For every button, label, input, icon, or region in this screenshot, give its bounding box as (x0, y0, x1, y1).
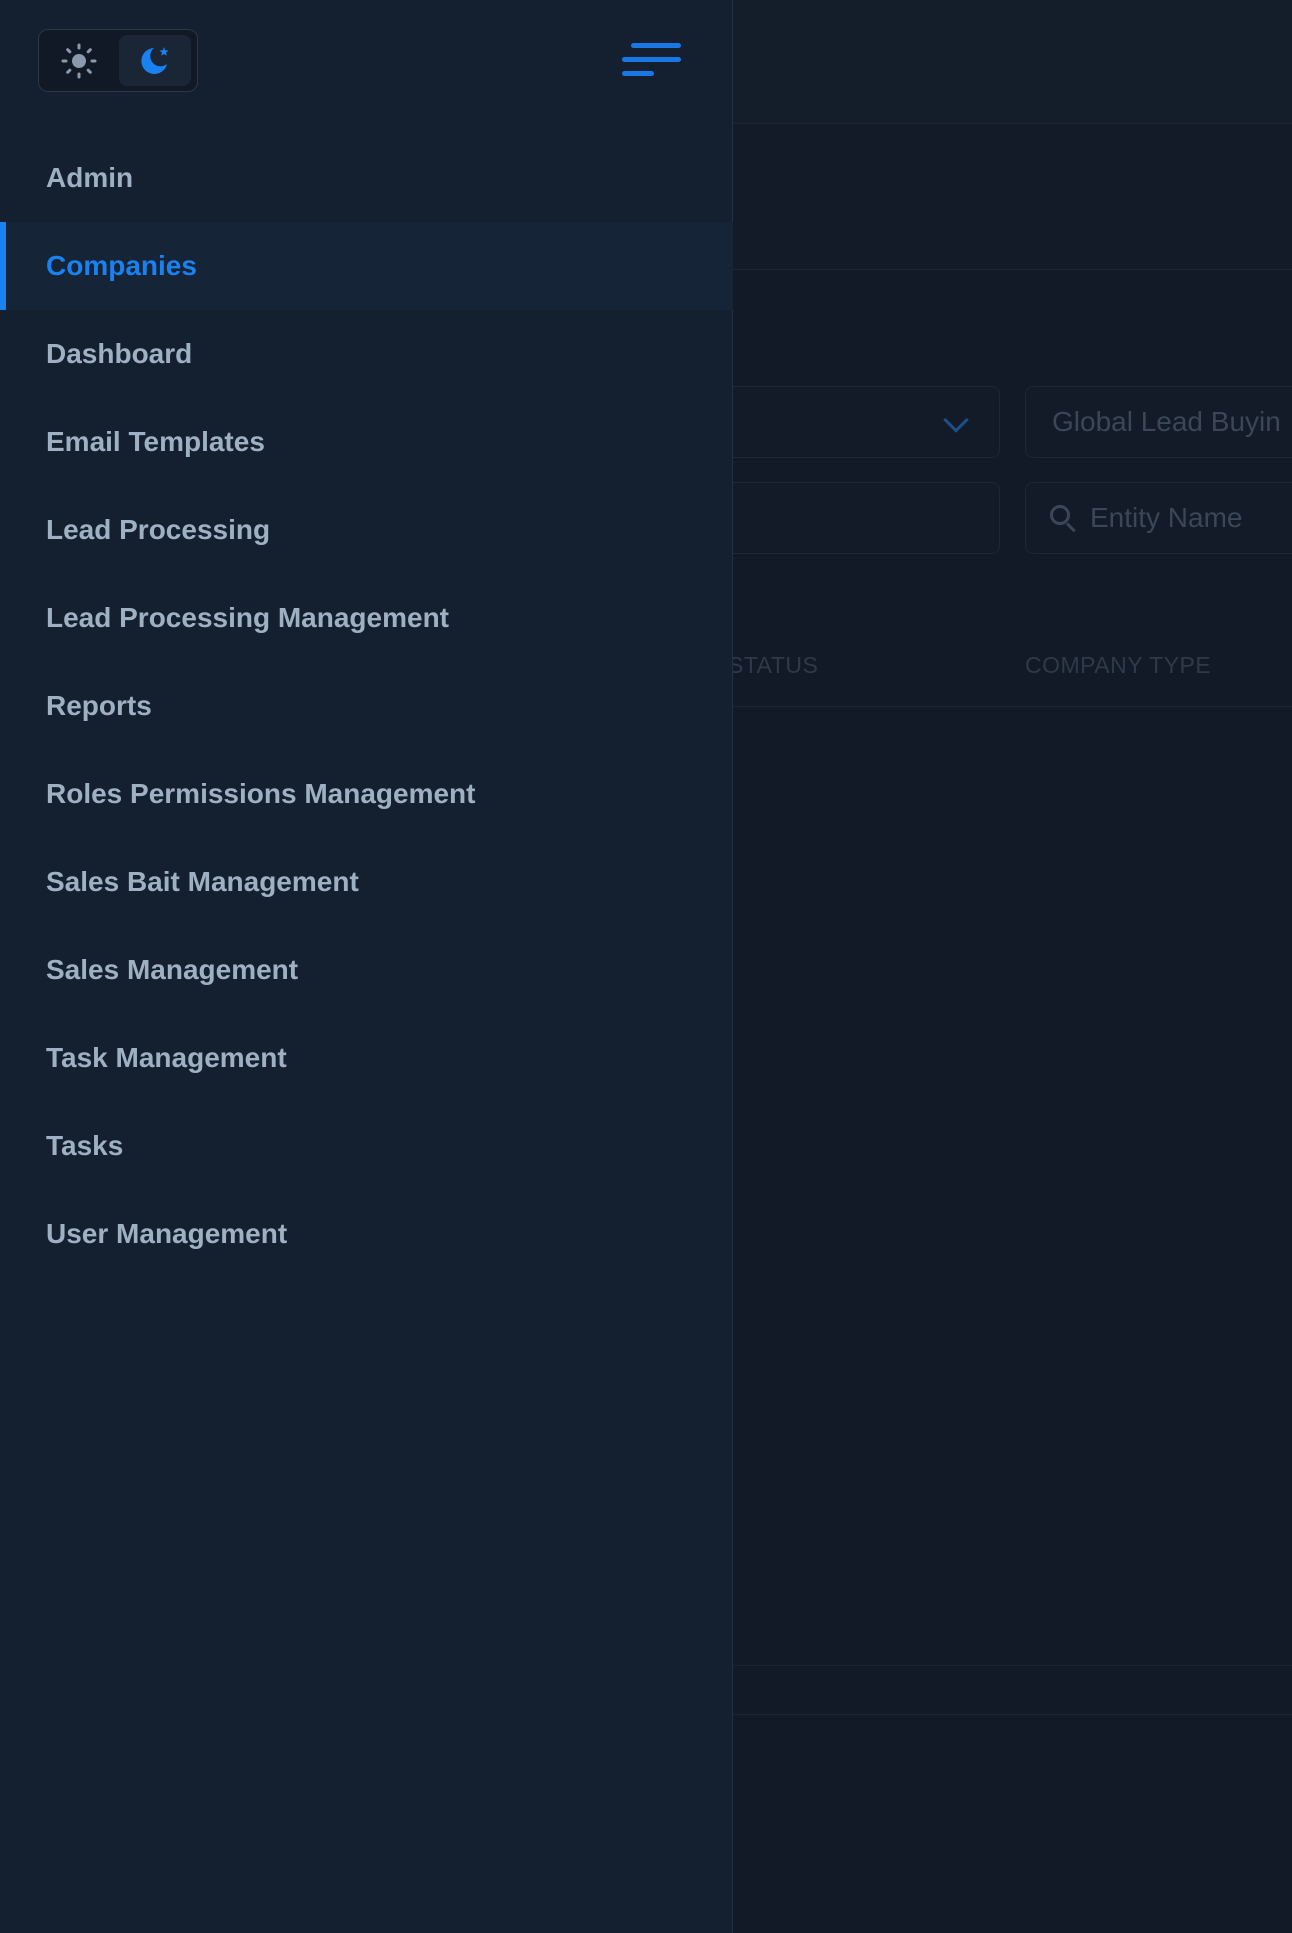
sidebar-item-email-templates[interactable]: Email Templates (0, 398, 733, 486)
menu-toggle-button[interactable] (619, 38, 681, 82)
sidebar-item-label: Dashboard (46, 338, 193, 369)
entity-name-search[interactable]: Entity Name (1025, 482, 1292, 554)
entity-name-placeholder: Entity Name (1090, 502, 1243, 533)
sidebar-nav: Admin Companies Dashboard Email Template… (0, 134, 733, 1278)
column-header-status[interactable]: STATUS (728, 652, 818, 679)
column-header-company-type[interactable]: COMPANY TYPE (1025, 652, 1211, 679)
sidebar-item-tasks[interactable]: Tasks (0, 1102, 733, 1190)
sidebar-item-dashboard[interactable]: Dashboard (0, 310, 733, 398)
sidebar-item-lead-processing[interactable]: Lead Processing (0, 486, 733, 574)
sidebar-item-label: Email Templates (46, 426, 265, 457)
sidebar-item-label: Admin (46, 162, 134, 193)
table-header-divider (730, 706, 1292, 707)
sidebar-item-sales-management[interactable]: Sales Management (0, 926, 733, 1014)
sidebar-item-user-management[interactable]: User Management (0, 1190, 733, 1278)
sidebar-item-roles-permissions-management[interactable]: Roles Permissions Management (0, 750, 733, 838)
sun-icon (61, 43, 97, 78)
dark-mode-button[interactable] (119, 35, 191, 86)
sidebar-item-label: Lead Processing Management (46, 602, 450, 633)
sidebar-item-admin[interactable]: Admin (0, 134, 733, 222)
sidebar-item-label: Reports (46, 690, 152, 721)
sidebar-item-label: Sales Management (46, 954, 299, 985)
lead-buyer-filter[interactable]: Global Lead Buyin (1025, 386, 1292, 458)
sidebar-item-label: Lead Processing (46, 514, 271, 545)
sidebar-drawer: Admin Companies Dashboard Email Template… (0, 0, 733, 1933)
sidebar-item-lead-processing-management[interactable]: Lead Processing Management (0, 574, 733, 662)
sidebar-item-label: Task Management (46, 1042, 287, 1073)
lead-buyer-filter-value: Global Lead Buyin (1052, 406, 1281, 437)
sidebar-item-label: Sales Bait Management (46, 866, 359, 897)
sidebar-item-reports[interactable]: Reports (0, 662, 733, 750)
sidebar-item-companies[interactable]: Companies (0, 222, 733, 310)
sidebar-item-label: Companies (46, 250, 197, 281)
table-footer (730, 1665, 1292, 1715)
theme-toggle (38, 29, 198, 92)
light-mode-button[interactable] (43, 35, 115, 86)
chevron-down-icon (943, 407, 969, 433)
sidebar-item-task-management[interactable]: Task Management (0, 1014, 733, 1102)
sidebar-item-label: Roles Permissions Management (46, 778, 476, 809)
sidebar-item-sales-bait-management[interactable]: Sales Bait Management (0, 838, 733, 926)
sidebar-item-label: Tasks (46, 1130, 124, 1161)
moon-icon (141, 46, 169, 74)
search-icon (1048, 503, 1078, 533)
sidebar-item-label: User Management (46, 1218, 288, 1249)
